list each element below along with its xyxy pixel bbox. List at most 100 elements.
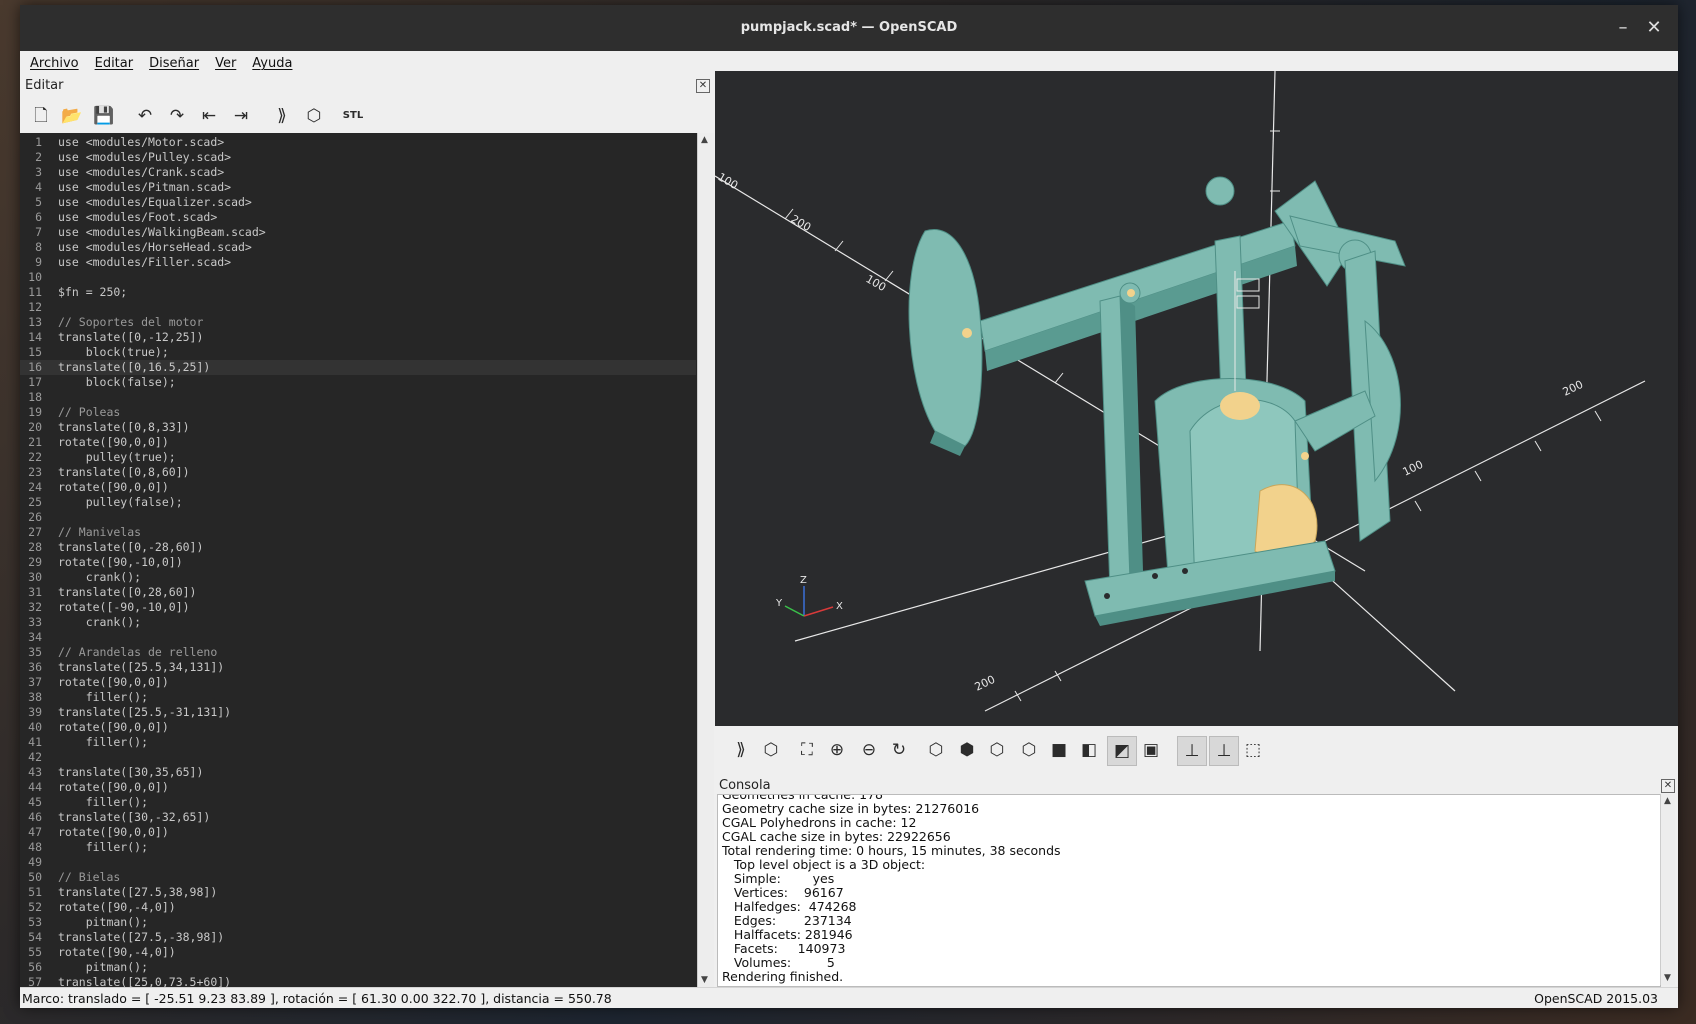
reset-view-icon[interactable]: ↻ xyxy=(885,736,913,764)
code-line[interactable]: 32 rotate([-90,-10,0]) xyxy=(20,600,696,615)
code-line[interactable]: 23 translate([0,8,60]) xyxy=(20,465,696,480)
code-line[interactable]: 30 crank(); xyxy=(20,570,696,585)
close-button[interactable]: ✕ xyxy=(1642,16,1666,40)
code-line[interactable]: 46 translate([30,-32,65]) xyxy=(20,810,696,825)
view-back-icon[interactable]: ◧ xyxy=(1075,736,1103,764)
code-line[interactable]: 56 pitman(); xyxy=(20,960,696,975)
code-line[interactable]: 28 translate([0,-28,60]) xyxy=(20,540,696,555)
code-line[interactable]: 16 translate([0,16.5,25]) xyxy=(20,360,696,375)
code-line[interactable]: 50 // Bielas xyxy=(20,870,696,885)
view-top-icon[interactable]: ⬢ xyxy=(953,736,981,764)
scroll-up-icon[interactable]: ▲ xyxy=(701,135,708,145)
perspective-icon[interactable]: ◩ xyxy=(1107,736,1137,766)
menu-disenar[interactable]: Diseñar xyxy=(139,51,205,71)
save-icon[interactable]: 💾 xyxy=(91,103,117,129)
console-close-icon[interactable]: ✕ xyxy=(1661,779,1675,793)
code-line[interactable]: 36 translate([25.5,34,131]) xyxy=(20,660,696,675)
code-line[interactable]: 54 translate([27.5,-38,98]) xyxy=(20,930,696,945)
code-line[interactable]: 11 $fn = 250; xyxy=(20,285,696,300)
editor-scrollbar[interactable]: ▲ ▼ xyxy=(697,133,714,987)
menu-ver[interactable]: Ver xyxy=(205,51,242,71)
code-line[interactable]: 38 filler(); xyxy=(20,690,696,705)
zoom-out-icon[interactable]: ⊖ xyxy=(855,736,883,764)
render-icon[interactable]: ⬡ xyxy=(301,103,327,129)
menu-editar[interactable]: Editar xyxy=(85,51,140,71)
code-line[interactable]: 45 filler(); xyxy=(20,795,696,810)
code-line[interactable]: 18 xyxy=(20,390,696,405)
code-line[interactable]: 8 use <modules/HorseHead.scad> xyxy=(20,240,696,255)
code-line[interactable]: 35 // Arandelas de relleno xyxy=(20,645,696,660)
code-line[interactable]: 43 translate([30,35,65]) xyxy=(20,765,696,780)
code-line[interactable]: 39 translate([25.5,-31,131]) xyxy=(20,705,696,720)
console-scroll-down-icon[interactable]: ▼ xyxy=(1664,973,1671,983)
view-front-icon[interactable]: ■ xyxy=(1045,736,1073,764)
code-line[interactable]: 10 xyxy=(20,270,696,285)
code-line[interactable]: 5 use <modules/Equalizer.scad> xyxy=(20,195,696,210)
code-line[interactable]: 55 rotate([90,-4,0]) xyxy=(20,945,696,960)
code-line[interactable]: 47 rotate([90,0,0]) xyxy=(20,825,696,840)
export-stl-icon[interactable]: STL xyxy=(340,103,366,129)
orthogonal-icon[interactable]: ▣ xyxy=(1137,736,1165,764)
menu-ayuda[interactable]: Ayuda xyxy=(242,51,298,71)
code-line[interactable]: 52 rotate([90,-4,0]) xyxy=(20,900,696,915)
code-line[interactable]: 12 xyxy=(20,300,696,315)
title-bar[interactable]: pumpjack.scad* — OpenSCAD – ✕ xyxy=(20,5,1678,51)
view-all-icon[interactable]: ⛶ xyxy=(793,736,821,764)
code-line[interactable]: 1 use <modules/Motor.scad> xyxy=(20,135,696,150)
code-line[interactable]: 20 translate([0,8,33]) xyxy=(20,420,696,435)
code-lines[interactable]: 1 use <modules/Motor.scad> 2 use <modules/P… xyxy=(20,135,696,987)
render-icon[interactable]: ⬡ xyxy=(757,736,785,764)
3d-viewport[interactable]: 100 200 100 200 100 200 100 xyxy=(715,71,1678,726)
code-line[interactable]: 19 // Poleas xyxy=(20,405,696,420)
code-line[interactable]: 42 xyxy=(20,750,696,765)
editor-close-icon[interactable]: ✕ xyxy=(696,79,710,93)
scroll-down-icon[interactable]: ▼ xyxy=(701,975,708,985)
code-line[interactable]: 2 use <modules/Pulley.scad> xyxy=(20,150,696,165)
code-line[interactable]: 51 translate([27.5,38,98]) xyxy=(20,885,696,900)
code-line[interactable]: 40 rotate([90,0,0]) xyxy=(20,720,696,735)
show-edges-icon[interactable]: ⬚ xyxy=(1239,736,1267,764)
code-line[interactable]: 21 rotate([90,0,0]) xyxy=(20,435,696,450)
code-line[interactable]: 49 xyxy=(20,855,696,870)
console-scrollbar[interactable]: ▲ ▼ xyxy=(1660,794,1675,985)
code-editor[interactable]: 1 use <modules/Motor.scad> 2 use <modules/P… xyxy=(20,133,714,987)
code-line[interactable]: 7 use <modules/WalkingBeam.scad> xyxy=(20,225,696,240)
zoom-in-icon[interactable]: ⊕ xyxy=(823,736,851,764)
code-line[interactable]: 13 // Soportes del motor xyxy=(20,315,696,330)
code-line[interactable]: 26 xyxy=(20,510,696,525)
code-line[interactable]: 41 filler(); xyxy=(20,735,696,750)
preview-icon[interactable]: ⟫ xyxy=(269,103,295,129)
minimize-button[interactable]: – xyxy=(1611,16,1635,40)
code-line[interactable]: 27 // Manivelas xyxy=(20,525,696,540)
unindent-icon[interactable]: ⇤ xyxy=(196,103,222,129)
show-scale-markers-icon[interactable]: ⊥ xyxy=(1209,736,1239,766)
code-line[interactable]: 33 crank(); xyxy=(20,615,696,630)
indent-icon[interactable]: ⇥ xyxy=(228,103,254,129)
code-line[interactable]: 44 rotate([90,0,0]) xyxy=(20,780,696,795)
code-line[interactable]: 48 filler(); xyxy=(20,840,696,855)
code-line[interactable]: 34 xyxy=(20,630,696,645)
new-file-icon[interactable]: 🗋 xyxy=(28,103,54,129)
code-line[interactable]: 17 block(false); xyxy=(20,375,696,390)
code-line[interactable]: 53 pitman(); xyxy=(20,915,696,930)
code-line[interactable]: 24 rotate([90,0,0]) xyxy=(20,480,696,495)
view-bottom-icon[interactable]: ⬡ xyxy=(983,736,1011,764)
viewport-canvas[interactable]: 100 200 100 200 100 200 100 xyxy=(715,71,1678,726)
redo-icon[interactable]: ↷ xyxy=(164,103,190,129)
undo-icon[interactable]: ↶ xyxy=(132,103,158,129)
code-line[interactable]: 37 rotate([90,0,0]) xyxy=(20,675,696,690)
code-line[interactable]: 6 use <modules/Foot.scad> xyxy=(20,210,696,225)
show-axes-icon[interactable]: ⊥ xyxy=(1177,736,1207,766)
code-line[interactable]: 14 translate([0,-12,25]) xyxy=(20,330,696,345)
code-line[interactable]: 4 use <modules/Pitman.scad> xyxy=(20,180,696,195)
view-right-icon[interactable]: ⬡ xyxy=(922,736,950,764)
console-scroll-up-icon[interactable]: ▲ xyxy=(1664,796,1671,806)
code-line[interactable]: 25 pulley(false); xyxy=(20,495,696,510)
open-folder-icon[interactable]: 📂 xyxy=(59,103,85,129)
preview-icon[interactable]: ⟫ xyxy=(727,736,755,764)
code-line[interactable]: 57 translate([25,0,73.5+60]) xyxy=(20,975,696,987)
code-line[interactable]: 22 pulley(true); xyxy=(20,450,696,465)
console-output[interactable]: Geometries in cache: 178 Geometry cache s… xyxy=(717,794,1661,987)
view-left-icon[interactable]: ⬡ xyxy=(1015,736,1043,764)
menu-archivo[interactable]: Archivo xyxy=(20,51,85,71)
